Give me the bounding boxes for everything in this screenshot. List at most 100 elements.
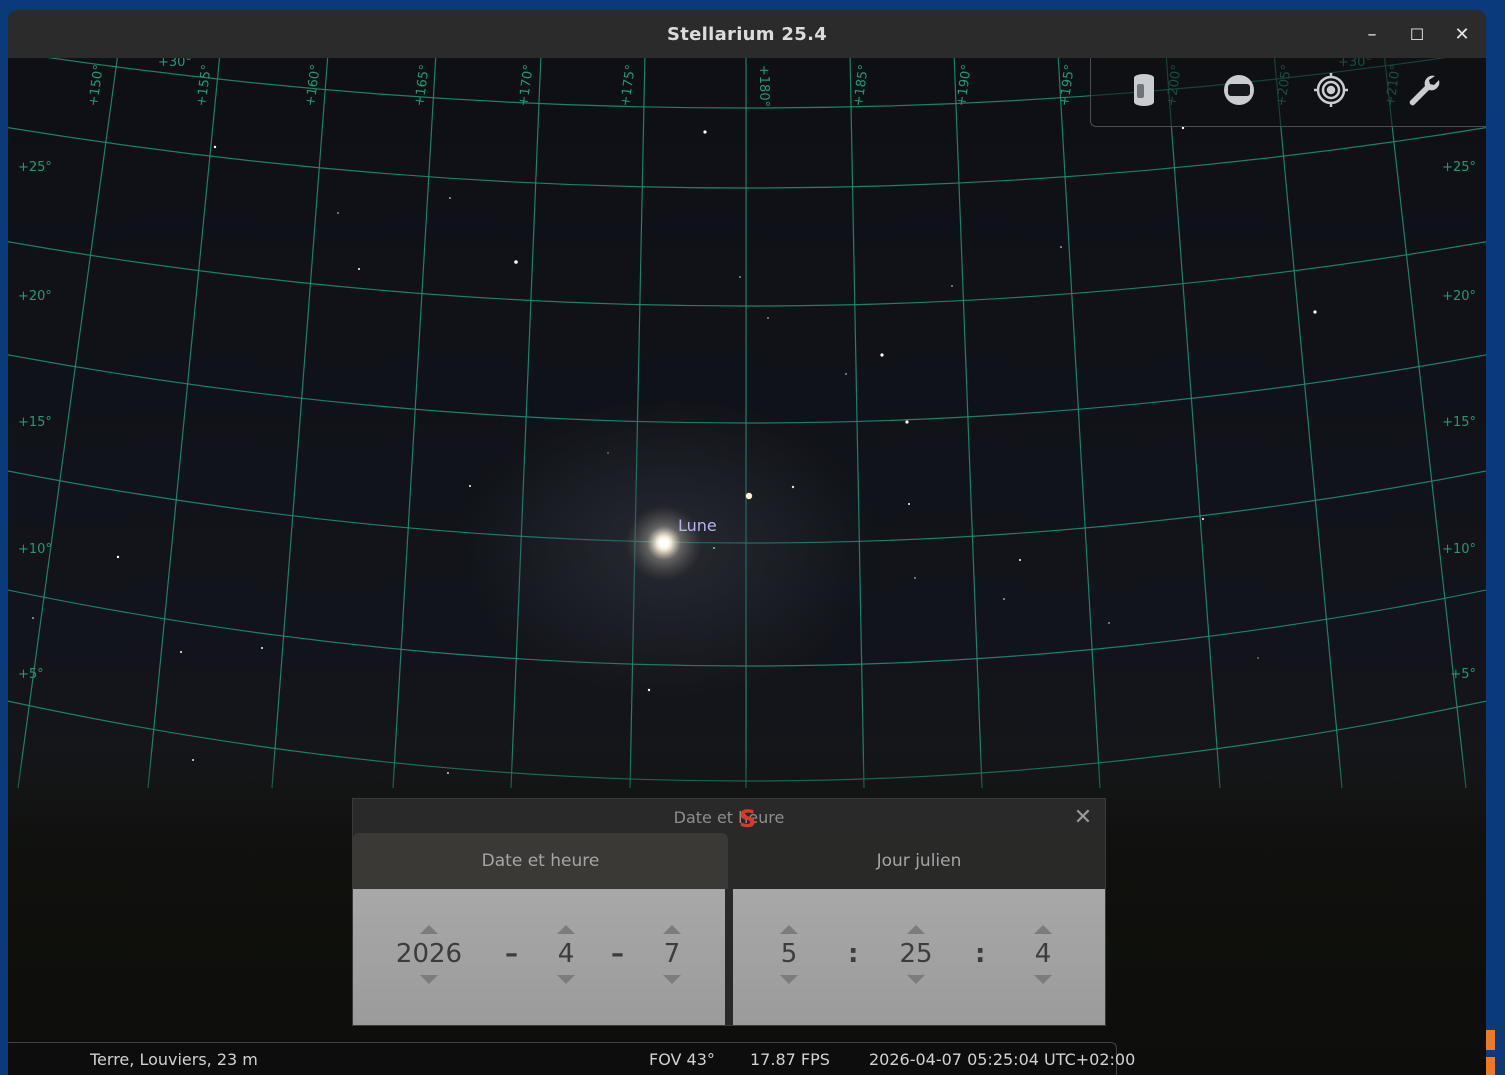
ra-grid-label: +30° bbox=[158, 58, 192, 70]
dialog-close-button[interactable]: ✕ bbox=[1067, 801, 1099, 833]
hour-up-arrow-icon[interactable] bbox=[780, 925, 798, 934]
star[interactable] bbox=[905, 420, 909, 424]
ra-grid-label: +150° bbox=[86, 64, 107, 108]
title-bar[interactable]: Stellarium 25.4 – ☐ ✕ bbox=[8, 10, 1486, 58]
year-value[interactable]: 2026 bbox=[394, 939, 464, 969]
minute-down-arrow-icon[interactable] bbox=[907, 975, 925, 984]
ra-grid-label: +190° bbox=[954, 64, 975, 108]
star[interactable] bbox=[767, 317, 769, 319]
star[interactable] bbox=[180, 651, 182, 653]
star[interactable] bbox=[703, 130, 707, 134]
declination-grid-line bbox=[8, 241, 1486, 307]
fps-status: 17.87 FPS bbox=[750, 1050, 830, 1069]
day-value[interactable]: 7 bbox=[637, 939, 707, 969]
second-down-arrow-icon[interactable] bbox=[1034, 975, 1052, 984]
star[interactable] bbox=[951, 285, 953, 287]
dec-grid-label: +5° bbox=[18, 667, 44, 682]
target-icon[interactable] bbox=[1313, 72, 1357, 116]
day-up-arrow-icon[interactable] bbox=[663, 925, 681, 934]
minute-value[interactable]: 25 bbox=[881, 939, 951, 969]
bright-star[interactable] bbox=[745, 492, 753, 500]
second-up-arrow-icon[interactable] bbox=[1034, 925, 1052, 934]
star[interactable] bbox=[213, 145, 217, 149]
datetime-status[interactable]: 2026-04-07 05:25:04 UTC+02:00 bbox=[869, 1050, 1135, 1069]
flip-view-icon[interactable] bbox=[1221, 72, 1265, 116]
day-down-arrow-icon[interactable] bbox=[663, 975, 681, 984]
fov-status: FOV 43° bbox=[649, 1050, 715, 1069]
cardinal-south-label: S bbox=[739, 805, 757, 833]
month-up-arrow-icon[interactable] bbox=[557, 925, 575, 934]
minimize-button[interactable]: – bbox=[1352, 10, 1392, 58]
minute-up-arrow-icon[interactable] bbox=[907, 925, 925, 934]
star[interactable] bbox=[261, 647, 263, 649]
star[interactable] bbox=[514, 260, 518, 264]
telescope-icon[interactable] bbox=[1129, 72, 1173, 116]
status-bar: Terre, Louviers, 23 m FOV 43° 17.87 FPS … bbox=[8, 1042, 1135, 1075]
day-spinbox[interactable]: 7 bbox=[637, 889, 707, 1025]
ra-grid-label: +160° bbox=[303, 64, 324, 108]
second-spinbox[interactable]: 4 bbox=[1008, 889, 1078, 1025]
close-icon: ✕ bbox=[1073, 804, 1093, 830]
time-separator: : bbox=[975, 939, 986, 969]
ra-grid-label: +180° bbox=[756, 65, 771, 107]
star[interactable] bbox=[845, 373, 847, 375]
star[interactable] bbox=[1060, 246, 1062, 248]
hour-spinbox[interactable]: 5 bbox=[754, 889, 824, 1025]
star[interactable] bbox=[914, 577, 916, 579]
tab-date-time[interactable]: Date et heure bbox=[353, 833, 728, 889]
star[interactable] bbox=[1108, 622, 1110, 624]
star[interactable] bbox=[469, 485, 471, 487]
star[interactable] bbox=[32, 617, 34, 619]
star[interactable] bbox=[116, 555, 120, 559]
right-ascension-grid-line bbox=[147, 58, 221, 789]
right-ascension-grid-line bbox=[510, 58, 542, 789]
second-value[interactable]: 4 bbox=[1008, 939, 1078, 969]
hour-value[interactable]: 5 bbox=[754, 939, 824, 969]
right-ascension-grid-line bbox=[849, 58, 865, 789]
wrench-icon[interactable] bbox=[1405, 72, 1449, 116]
star[interactable] bbox=[1181, 126, 1185, 130]
star[interactable] bbox=[358, 268, 360, 270]
right-ascension-grid-line bbox=[1165, 58, 1221, 789]
star[interactable] bbox=[908, 503, 910, 505]
star[interactable] bbox=[1257, 657, 1259, 659]
right-ascension-grid-line bbox=[1057, 58, 1101, 789]
star[interactable] bbox=[1202, 518, 1204, 520]
dec-grid-label: +25° bbox=[18, 160, 52, 175]
star[interactable] bbox=[1019, 559, 1021, 561]
star[interactable] bbox=[337, 212, 339, 214]
top-toolbar bbox=[1090, 58, 1486, 127]
month-spinbox[interactable]: 4 bbox=[531, 889, 601, 1025]
star[interactable] bbox=[1003, 598, 1005, 600]
dec-grid-label: +15° bbox=[18, 415, 52, 430]
star[interactable] bbox=[739, 276, 741, 278]
declination-grid-line bbox=[8, 127, 1486, 189]
ra-grid-label: +185° bbox=[851, 64, 872, 108]
year-spinbox[interactable]: 2026 bbox=[394, 889, 464, 1025]
star[interactable] bbox=[449, 197, 451, 199]
date-time-dialog: Date et heure S ✕ Date et heure Jour jul… bbox=[352, 798, 1106, 1026]
close-button[interactable]: ✕ bbox=[1442, 10, 1482, 58]
dec-grid-label: +15° bbox=[1442, 415, 1476, 430]
year-down-arrow-icon[interactable] bbox=[420, 975, 438, 984]
moon-label: Lune bbox=[678, 516, 717, 535]
right-ascension-grid-line bbox=[271, 58, 329, 789]
moon-disc[interactable] bbox=[659, 538, 669, 548]
star[interactable] bbox=[880, 353, 884, 357]
tab-julian-day[interactable]: Jour julien bbox=[733, 833, 1105, 889]
date-panel: 2026 – 4 – 7 bbox=[353, 889, 725, 1025]
star[interactable] bbox=[1313, 310, 1317, 314]
minute-spinbox[interactable]: 25 bbox=[881, 889, 951, 1025]
year-up-arrow-icon[interactable] bbox=[420, 925, 438, 934]
month-down-arrow-icon[interactable] bbox=[557, 975, 575, 984]
dec-grid-label: +10° bbox=[1442, 542, 1476, 557]
date-separator: – bbox=[611, 939, 624, 969]
dialog-title[interactable]: Date et heure bbox=[353, 799, 1105, 835]
hour-down-arrow-icon[interactable] bbox=[780, 975, 798, 984]
ra-grid-label: +165° bbox=[412, 64, 433, 108]
month-value[interactable]: 4 bbox=[531, 939, 601, 969]
ra-grid-label: +170° bbox=[516, 64, 537, 108]
location-status[interactable]: Terre, Louviers, 23 m bbox=[90, 1050, 258, 1069]
maximize-button[interactable]: ☐ bbox=[1397, 10, 1437, 58]
time-separator: : bbox=[848, 939, 859, 969]
